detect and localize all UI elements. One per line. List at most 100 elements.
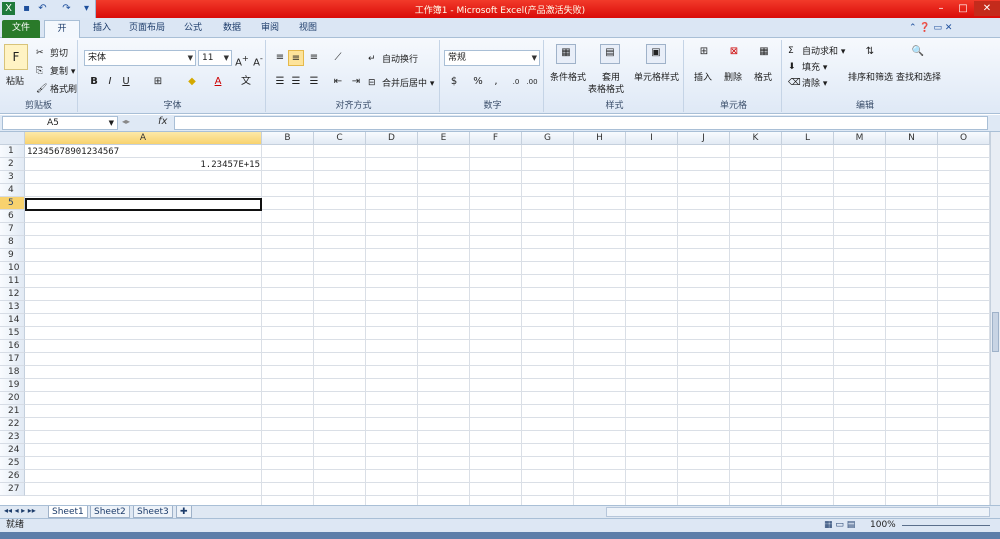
font-size-select[interactable]: 11 ▼ [198, 50, 232, 66]
percent-icon[interactable]: % [470, 74, 486, 90]
row-header-20[interactable]: 20 [0, 392, 25, 405]
column-header-n[interactable]: N [886, 132, 938, 145]
redo-icon[interactable]: ↷ [60, 2, 73, 15]
row-header-8[interactable]: 8 [0, 236, 25, 249]
save-icon[interactable]: ▪ [20, 2, 33, 15]
align-center-icon[interactable]: ☰ [288, 74, 304, 90]
row-header-16[interactable]: 16 [0, 340, 25, 353]
worksheet-grid[interactable]: ABCDEFGHIJKLMNO 1 2 3 4 5 6 7 8 9 10 11 12 13 14 15 16 1… [0, 132, 990, 505]
customize-qat-icon[interactable]: ▾ [80, 2, 93, 15]
table-format-button-line2[interactable]: 表格格式 [588, 82, 624, 95]
column-header-c[interactable]: C [314, 132, 366, 145]
autosum-button[interactable]: Σ 自动求和 ▾ [788, 44, 845, 58]
row-header-11[interactable]: 11 [0, 275, 25, 288]
maximize-icon[interactable]: □ [952, 1, 974, 16]
italic-icon[interactable]: I [102, 74, 118, 90]
align-right-icon[interactable]: ☰ [306, 74, 322, 90]
column-header-e[interactable]: E [418, 132, 470, 145]
sheet-tab-3[interactable]: Sheet3 [133, 506, 173, 518]
sort-filter-button[interactable]: 排序和筛选 [848, 70, 893, 83]
tab-file[interactable]: 文件 [2, 20, 40, 38]
column-header-h[interactable]: H [574, 132, 626, 145]
row-header-15[interactable]: 15 [0, 327, 25, 340]
shrink-font-icon[interactable]: A- [250, 50, 266, 68]
row-header-18[interactable]: 18 [0, 366, 25, 379]
delete-cells-button[interactable]: 删除 [724, 70, 742, 83]
conditional-format-button[interactable]: 条件格式 [550, 70, 586, 83]
font-name-select[interactable]: 宋体 ▼ [84, 50, 196, 66]
format-painter-button[interactable]: 🖌 格式刷 [36, 82, 77, 96]
row-header-2[interactable]: 2 [0, 158, 25, 171]
grow-font-icon[interactable]: A+ [234, 50, 250, 68]
cell-a1[interactable]: 12345678901234567 [27, 146, 119, 159]
row-header-26[interactable]: 26 [0, 470, 25, 483]
column-header-o[interactable]: O [938, 132, 990, 145]
align-left-icon[interactable]: ☰ [272, 74, 288, 90]
merge-center-button[interactable]: ⊟ 合并后居中 ▾ [368, 76, 434, 90]
column-header-f[interactable]: F [470, 132, 522, 145]
row-header-14[interactable]: 14 [0, 314, 25, 327]
paste-icon[interactable]: F [4, 44, 28, 70]
font-color-icon[interactable]: A [210, 74, 226, 90]
row-header-24[interactable]: 24 [0, 444, 25, 457]
currency-icon[interactable]: $ [446, 74, 462, 90]
paste-button[interactable]: 粘贴 [6, 74, 24, 87]
ribbon-help-icons[interactable]: ⌃ ❓ ▭ ✕ [900, 20, 961, 38]
name-box-dropdown-icon[interactable]: ▼ [109, 117, 114, 129]
minimize-icon[interactable]: – [930, 1, 952, 16]
column-header-g[interactable]: G [522, 132, 574, 145]
column-header-d[interactable]: D [366, 132, 418, 145]
insert-sheet-icon[interactable]: ✚ [176, 506, 192, 518]
clear-button[interactable]: ⌫清除 ▾ [788, 76, 827, 90]
row-header-7[interactable]: 7 [0, 223, 25, 236]
sheet-tab-1[interactable]: Sheet1 [48, 506, 88, 518]
fill-button[interactable]: ⬇ 填充 ▾ [788, 60, 827, 74]
insert-cells-button[interactable]: 插入 [694, 70, 712, 83]
undo-icon[interactable]: ↶ [36, 2, 49, 15]
column-header-j[interactable]: J [678, 132, 730, 145]
close-icon[interactable]: ✕ [974, 1, 1000, 16]
vertical-scroll-thumb[interactable] [992, 312, 999, 352]
decrease-decimal-icon[interactable]: .00 [524, 74, 540, 90]
row-header-4[interactable]: 4 [0, 184, 25, 197]
cell-a2[interactable]: 1.23457E+15 [27, 159, 260, 172]
fill-color-icon[interactable]: ◆ [184, 74, 200, 90]
zoom-slider[interactable] [902, 525, 990, 526]
underline-icon[interactable]: U [118, 74, 134, 90]
row-header-25[interactable]: 25 [0, 457, 25, 470]
align-bottom-icon[interactable]: ≡ [306, 50, 322, 66]
view-buttons-icon[interactable]: ▦ ▭ ▤ [824, 519, 855, 532]
row-header-21[interactable]: 21 [0, 405, 25, 418]
tab-home[interactable]: 开始 [44, 20, 80, 51]
row-header-27[interactable]: 27 [0, 483, 25, 496]
row-header-9[interactable]: 9 [0, 249, 25, 262]
sheet-tab-2[interactable]: Sheet2 [90, 506, 130, 518]
align-top-icon[interactable]: ≡ [272, 50, 288, 66]
tab-formulas[interactable]: 公式 [175, 20, 211, 38]
column-header-m[interactable]: M [834, 132, 886, 145]
row-header-17[interactable]: 17 [0, 353, 25, 366]
row-header-12[interactable]: 12 [0, 288, 25, 301]
column-header-k[interactable]: K [730, 132, 782, 145]
orientation-icon[interactable]: ⟋ [330, 50, 346, 66]
name-box[interactable]: A5 ▼ [2, 116, 118, 130]
sheet-nav-icons[interactable]: ◂◂ ◂ ▸ ▸▸ [4, 506, 36, 515]
zoom-level[interactable]: 100% [870, 519, 896, 532]
comma-icon[interactable]: , [488, 74, 504, 90]
number-format-select[interactable]: 常规 ▼ [444, 50, 540, 66]
decrease-indent-icon[interactable]: ⇤ [330, 74, 346, 90]
column-header-l[interactable]: L [782, 132, 834, 145]
increase-decimal-icon[interactable]: .0 [508, 74, 524, 90]
tab-data[interactable]: 数据 [214, 20, 250, 38]
wrap-text-button[interactable]: ↵ 自动换行 [368, 52, 418, 66]
formula-input[interactable] [174, 116, 988, 130]
row-header-1[interactable]: 1 [0, 145, 25, 158]
row-header-6[interactable]: 6 [0, 210, 25, 223]
insert-function-icon[interactable]: fx [158, 116, 167, 127]
row-header-23[interactable]: 23 [0, 431, 25, 444]
tab-page-layout[interactable]: 页面布局 [120, 20, 174, 38]
copy-button[interactable]: ⎘ 复制 ▾ [36, 64, 75, 78]
row-header-19[interactable]: 19 [0, 379, 25, 392]
bold-icon[interactable]: B [86, 74, 102, 90]
tab-review[interactable]: 审阅 [252, 20, 288, 38]
